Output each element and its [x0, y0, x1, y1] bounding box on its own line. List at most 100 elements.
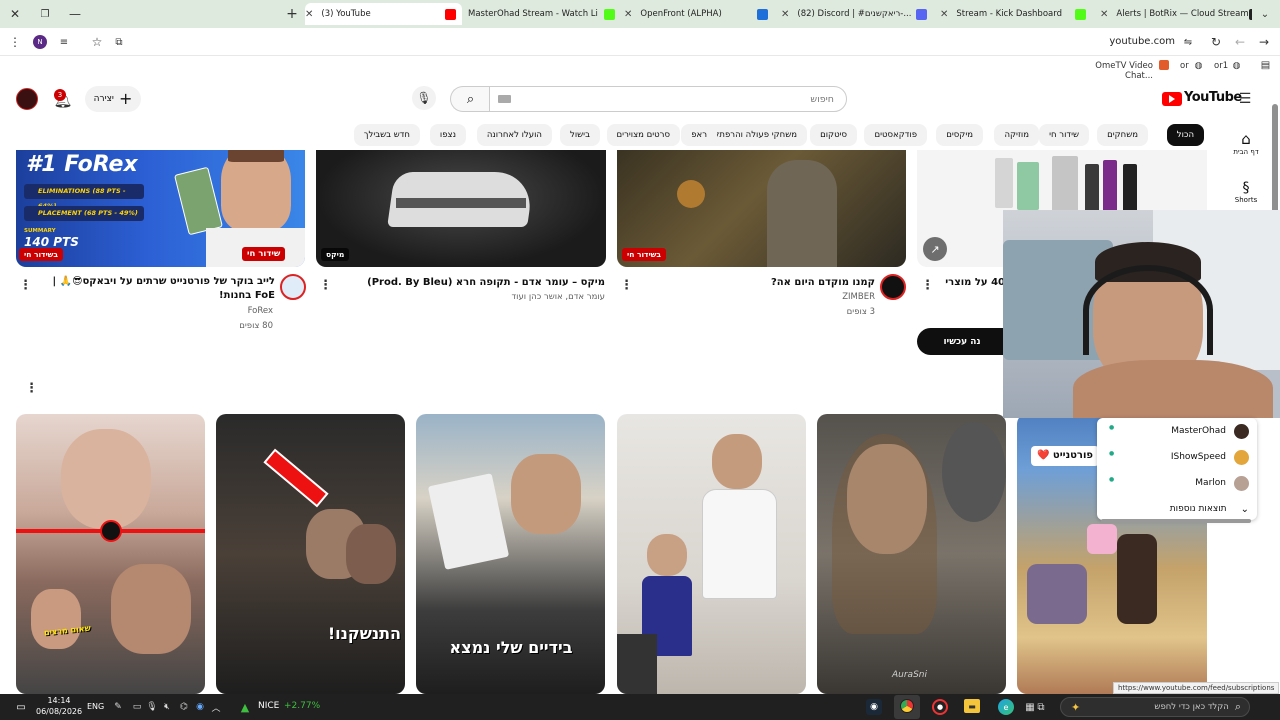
more-options-icon[interactable]: ⋮	[319, 279, 332, 292]
account-avatar[interactable]	[16, 88, 38, 110]
taskbar-search-input[interactable]: ✦ הקלד כאן כדי לחפש ⌕	[1060, 697, 1250, 717]
video-title[interactable]: קמנו מוקדם היום אה?	[640, 276, 875, 290]
media-control-icon[interactable]: ≡	[57, 35, 71, 49]
short-thumbnail[interactable]: התנשקנו!	[216, 414, 405, 694]
watch-now-button[interactable]: נה עכשיו	[917, 328, 1007, 355]
chip-new-for-you[interactable]: חדש בשבילך	[353, 124, 420, 146]
more-options-icon[interactable]: ⋮	[19, 279, 32, 292]
pen-icon[interactable]: ✎	[112, 700, 124, 714]
suggestion-row[interactable]: IShowSpeed	[1097, 444, 1257, 470]
install-app-icon[interactable]: ⧉	[112, 35, 126, 49]
stock-name[interactable]: NICE	[258, 701, 279, 711]
chrome-taskbar-button[interactable]	[894, 695, 920, 719]
show-hidden-icons[interactable]: ︿	[210, 700, 222, 714]
chip-mixes[interactable]: מיקסים	[936, 124, 983, 146]
video-title[interactable]: מיקס – עומר אדם - תקופה חרא (Prod. By Bl…	[340, 276, 605, 290]
close-tab-icon[interactable]: ✕	[305, 9, 313, 20]
video-thumbnail[interactable]: מיקס	[316, 150, 606, 267]
tab-openfront[interactable]: ✕ OpenFront (ALPHA)	[624, 3, 774, 25]
profile-avatar[interactable]: N	[33, 35, 47, 49]
short-thumbnail[interactable]: AuraSni	[817, 414, 1006, 694]
page-scrollbar[interactable]	[1272, 104, 1278, 214]
bookmark-star-icon[interactable]: ☆	[90, 35, 104, 49]
microphone-icon[interactable]: 🎙︎	[146, 700, 158, 714]
more-options-icon[interactable]: ⋮	[620, 279, 633, 292]
obs-icon[interactable]: ●	[932, 699, 948, 715]
more-options-icon[interactable]: ⋮	[921, 279, 934, 292]
file-explorer-icon[interactable]: ▬	[964, 699, 980, 713]
chip-gaming[interactable]: משחקים	[1097, 124, 1148, 146]
external-link-icon[interactable]: ↗	[923, 237, 947, 261]
network-icon[interactable]: ⌬	[178, 700, 190, 714]
close-tab-icon[interactable]: ✕	[781, 9, 789, 20]
language-indicator[interactable]: ENG	[87, 702, 104, 711]
chip-cartoons[interactable]: סרטים מצוירים	[606, 124, 680, 146]
volume-muted-icon[interactable]: 🔇︎	[161, 700, 173, 714]
panel-scrollbar[interactable]	[1101, 519, 1251, 523]
chip-recently-uploaded[interactable]: הועלו לאחרונה	[476, 124, 552, 146]
chip-sitcom[interactable]: סיטקום	[810, 124, 857, 146]
channel-name[interactable]: FoRex	[40, 306, 273, 316]
chip-rap[interactable]: ראפ	[681, 124, 717, 146]
microphone-icon[interactable]: 🎙︎	[412, 86, 436, 110]
video-title[interactable]: 40 על מוצרי	[940, 276, 1005, 290]
channel-name[interactable]: עומר אדם, אושר כהן ועוד	[340, 292, 605, 302]
close-tab-icon[interactable]: ✕	[940, 9, 948, 20]
tab-youtube[interactable]: ✕ (3) YouTube	[305, 3, 462, 25]
sidebar-item-shorts[interactable]: § Shorts	[1216, 180, 1276, 204]
battery-icon[interactable]: ▭	[131, 700, 143, 714]
short-thumbnail[interactable]: בידיים שלי נמצא	[416, 414, 605, 694]
create-button[interactable]: יצירה +	[85, 86, 141, 112]
short-thumbnail[interactable]: שאום מרצים	[16, 414, 205, 694]
tab-botrix[interactable]: ✕ Alerts | BotRix — Cloud Stream	[1100, 3, 1252, 25]
forward-icon[interactable]: ←	[1233, 35, 1247, 49]
bookmark-or1[interactable]: or1	[1214, 61, 1228, 71]
close-window-icon[interactable]: ✕	[8, 7, 22, 21]
restore-window-icon[interactable]: ❐	[38, 7, 52, 21]
close-tab-icon[interactable]: ✕	[1100, 9, 1108, 20]
youtube-logo-icon[interactable]	[1162, 92, 1182, 106]
steam-icon[interactable]: ◉	[866, 699, 882, 715]
channel-avatar[interactable]	[280, 274, 306, 300]
chip-cooking[interactable]: בישול	[560, 124, 600, 146]
channel-name[interactable]: ZIMBER	[640, 292, 875, 302]
close-tab-icon[interactable]: ✕	[624, 9, 632, 20]
notifications-icon[interactable]: ▭	[14, 700, 28, 714]
chip-live[interactable]: שידור חי	[1039, 124, 1089, 146]
minimize-window-icon[interactable]: —	[68, 7, 82, 21]
bookmark-or[interactable]: or	[1180, 61, 1189, 71]
browser-menu-icon[interactable]: ⋮	[8, 35, 22, 49]
bookmark-ometv[interactable]: OmeTV Video Chat...	[1079, 61, 1153, 81]
keyboard-icon[interactable]	[498, 95, 511, 103]
chip-watched[interactable]: נצפו	[429, 124, 466, 146]
search-input[interactable]: חיפוש	[489, 86, 847, 112]
clock[interactable]: 14:14 06/08/2026	[36, 695, 82, 717]
back-icon[interactable]: →	[1257, 35, 1271, 49]
url-text[interactable]: youtube.com	[1100, 36, 1175, 47]
task-view-icon[interactable]: ⧉	[1034, 700, 1048, 714]
tab-discord[interactable]: ✕ (82) Discord | #ריאקשנים-...	[781, 3, 933, 25]
suggestion-row[interactable]: MasterOhad	[1097, 418, 1257, 444]
suggestion-row[interactable]: Marlon	[1097, 470, 1257, 496]
new-tab-icon[interactable]: +	[284, 6, 300, 22]
section-menu-icon[interactable]: ⋮	[25, 382, 38, 395]
youtube-logo-text[interactable]: YouTube	[1184, 90, 1242, 105]
tab-kick-dashboard[interactable]: ✕ Stream - Kick Dashboard	[940, 3, 1092, 25]
tab-search-icon[interactable]: ⌄	[1258, 7, 1272, 21]
tab-masterohad[interactable]: MasterOhad Stream - Watch Li	[468, 3, 618, 25]
search-button[interactable]: ⌕	[450, 86, 490, 112]
chip-music[interactable]: מוזיקה	[994, 124, 1039, 146]
chip-podcasts[interactable]: פודקאסטים	[864, 124, 927, 146]
video-title[interactable]: לייב בוקר של פורטנייט שרתים על ויבאקס😎🙏 …	[40, 275, 276, 303]
site-settings-icon[interactable]: ⇋	[1181, 35, 1195, 49]
short-thumbnail[interactable]	[617, 414, 806, 694]
edge-icon[interactable]: e	[998, 699, 1014, 715]
reload-icon[interactable]: ↻	[1209, 35, 1223, 49]
channel-avatar[interactable]	[880, 274, 906, 300]
hamburger-menu-icon[interactable]: ☰	[1237, 91, 1253, 107]
video-thumbnail[interactable]: #1 FoRex ELIMINATIONS (88 PTS - 64%) PLA…	[16, 150, 305, 267]
all-bookmarks-icon[interactable]: ▤	[1260, 60, 1271, 71]
chip-all[interactable]: הכול	[1166, 124, 1204, 146]
sidebar-item-home[interactable]: ⌂ דף הבית	[1216, 130, 1276, 156]
video-thumbnail[interactable]: בשידור חי	[617, 150, 906, 267]
